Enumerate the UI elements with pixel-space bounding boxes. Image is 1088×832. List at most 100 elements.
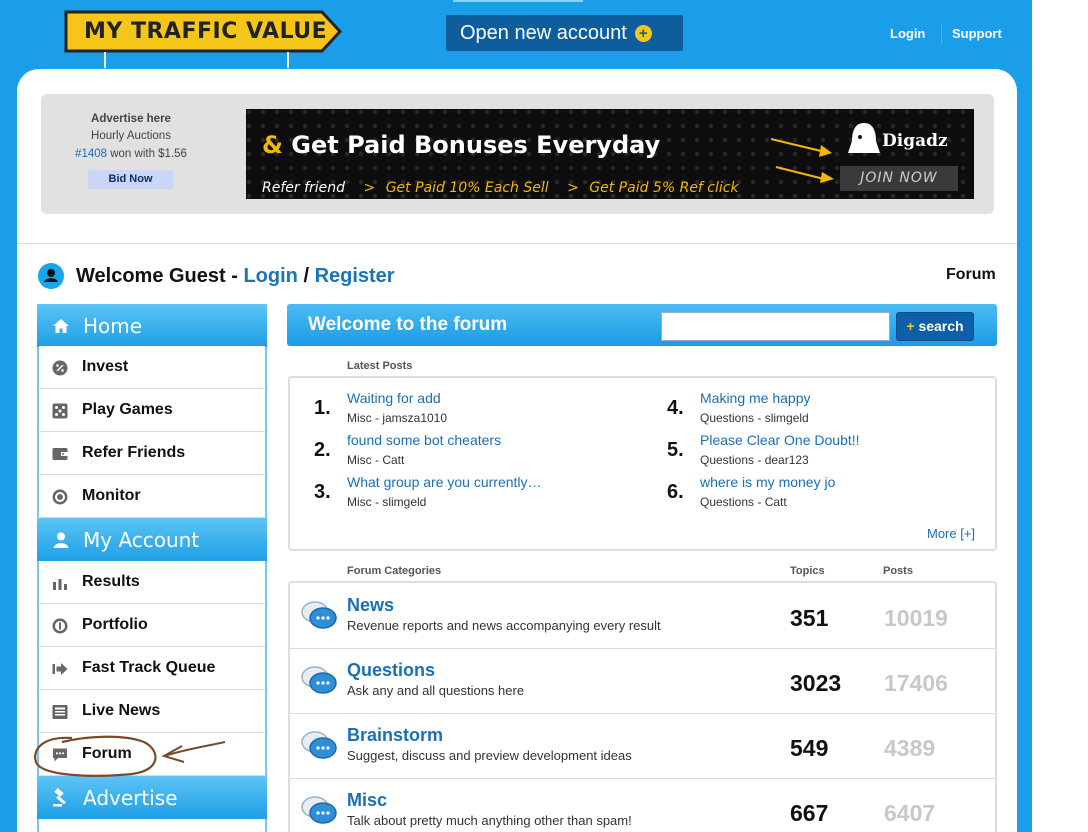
sidebar-section-my-account[interactable]: My Account	[37, 518, 267, 561]
latest-posts-label: Latest Posts	[347, 360, 413, 372]
sidebar-item-results[interactable]: Results	[39, 561, 265, 604]
category-topics-count: 667	[790, 800, 829, 826]
category-link-misc[interactable]: Misc	[347, 790, 387, 811]
support-link[interactable]: Support	[952, 26, 1002, 41]
logo-post	[104, 52, 106, 68]
post-title-link[interactable]: Waiting for add	[347, 390, 441, 406]
divider	[17, 243, 1017, 244]
banner-arrow: >	[363, 180, 376, 196]
topics-column-header: Topics	[790, 565, 825, 577]
ghost-logo-icon	[848, 123, 880, 153]
user-icon	[38, 263, 64, 289]
sidebar-item-play-games[interactable]: Play Games	[39, 389, 265, 432]
sidebar-item-label: Play Games	[82, 401, 173, 418]
sidebar-section-home[interactable]: Home	[37, 304, 267, 347]
open-account-button[interactable]: Open new account +	[446, 15, 683, 51]
banner-arrow: >	[567, 180, 579, 196]
post-title-link[interactable]: where is my money jo	[700, 474, 835, 490]
sidebar-item-monitor[interactable]: Monitor	[39, 475, 265, 518]
forum-categories-label: Forum Categories	[347, 565, 442, 577]
post-title-link[interactable]: Please Clear One Doubt!!	[700, 432, 860, 448]
category-link-brainstorm[interactable]: Brainstorm	[347, 725, 443, 746]
bar-chart-icon	[53, 579, 67, 590]
category-topics-count: 351	[790, 605, 829, 631]
post-title-link[interactable]: Making me happy	[700, 390, 811, 406]
sidebar-item-refer-friends[interactable]: Refer Friends	[39, 432, 265, 475]
sidebar-advertise-label: Advertise	[83, 785, 178, 810]
banner-sub-3: Get Paid 5% Ref click	[589, 180, 739, 196]
dice-icon	[52, 403, 68, 419]
arrow-right-icon	[52, 663, 68, 675]
chat-bubbles-icon	[301, 666, 337, 694]
category-description: Suggest, discuss and preview development…	[347, 748, 632, 763]
sidebar-item-live-news[interactable]: Live News	[39, 690, 265, 733]
logo-post	[287, 52, 289, 68]
sidebar-section-advertise[interactable]: Advertise	[37, 776, 267, 819]
info-circle-icon	[52, 618, 68, 634]
sidebar-item-label: Monitor	[82, 487, 141, 504]
target-icon	[52, 489, 68, 505]
bid-now-button[interactable]: Bid Now	[88, 170, 173, 189]
post-number: 2.	[314, 439, 331, 461]
row-divider	[290, 778, 995, 779]
auction-result: #1408 won with $1.56	[41, 148, 221, 160]
ad-banner[interactable]: & Get Paid Bonuses Everyday Refer friend…	[246, 109, 974, 199]
sidebar-item-label: Refer Friends	[82, 444, 186, 461]
post-number: 1.	[314, 397, 331, 419]
sidebar-item-portfolio[interactable]: Portfolio	[39, 604, 265, 647]
sidebar-item-fast-track-queue[interactable]: Fast Track Queue	[39, 647, 265, 690]
auction-subtitle: Hourly Auctions	[91, 130, 171, 142]
sidebar-home-label: Home	[83, 313, 143, 338]
post-meta: Misc - Catt	[347, 453, 405, 467]
sidebar-item-label: Fast Track Queue	[82, 659, 216, 676]
category-link-news[interactable]: News	[347, 595, 394, 616]
more-posts-link[interactable]: More [+]	[927, 526, 975, 541]
chat-bubbles-icon	[301, 731, 337, 759]
post-meta: Questions - slimgeld	[700, 411, 809, 425]
plus-icon: +	[906, 318, 915, 334]
welcome-login-link[interactable]: Login	[243, 265, 297, 287]
post-number: 6.	[667, 481, 684, 503]
category-posts-count: 10019	[884, 605, 948, 631]
percent-icon	[52, 360, 68, 376]
row-divider	[290, 648, 995, 649]
advertise-title: Advertise here	[91, 113, 171, 125]
post-meta: Misc - slimgeld	[347, 495, 427, 509]
welcome-message: Welcome Guest - Login / Register	[76, 265, 395, 288]
sidebar-account-label: My Account	[83, 527, 200, 552]
auction-link[interactable]: #1408	[75, 148, 107, 160]
banner-headline-text: Get Paid Bonuses Everyday	[282, 131, 661, 159]
post-title-link[interactable]: found some bot cheaters	[347, 432, 501, 448]
wallet-icon	[52, 448, 68, 460]
login-link[interactable]: Login	[890, 26, 925, 41]
category-topics-count: 3023	[790, 670, 842, 696]
row-divider	[290, 713, 995, 714]
join-now-button[interactable]: JOIN NOW	[840, 166, 958, 191]
register-link[interactable]: Register	[315, 265, 395, 287]
post-number: 4.	[667, 397, 684, 419]
chat-bubbles-icon	[301, 796, 337, 824]
open-account-label: Open new account	[460, 21, 627, 44]
banner-headline: & Get Paid Bonuses Everyday	[262, 131, 660, 159]
post-title-link[interactable]: What group are you currently…	[347, 474, 542, 490]
banner-sub-2: Get Paid 10% Each Sell	[385, 180, 549, 196]
category-description: Revenue reports and news accompanying ev…	[347, 618, 661, 633]
banner-brand: Digadz	[882, 131, 948, 151]
site-logo[interactable]: MY TRAFFIC VALUE	[64, 10, 344, 68]
post-meta: Questions - dear123	[700, 453, 809, 467]
forum-title: Welcome to the forum	[308, 314, 508, 335]
category-description: Ask any and all questions here	[347, 683, 525, 698]
search-input[interactable]	[661, 312, 890, 341]
category-link-questions[interactable]: Questions	[347, 660, 435, 681]
search-button[interactable]: + search	[896, 312, 974, 341]
category-posts-count: 17406	[884, 670, 948, 696]
sidebar-item-invest[interactable]: Invest	[39, 346, 265, 389]
post-number: 3.	[314, 481, 331, 503]
post-number: 5.	[667, 439, 684, 461]
banner-amp: &	[262, 131, 283, 159]
category-topics-count: 549	[790, 735, 829, 761]
plus-icon: +	[634, 24, 652, 42]
sidebar-item-label: Results	[82, 573, 140, 590]
header-divider	[941, 24, 942, 44]
welcome-text: Welcome Guest -	[76, 265, 244, 287]
